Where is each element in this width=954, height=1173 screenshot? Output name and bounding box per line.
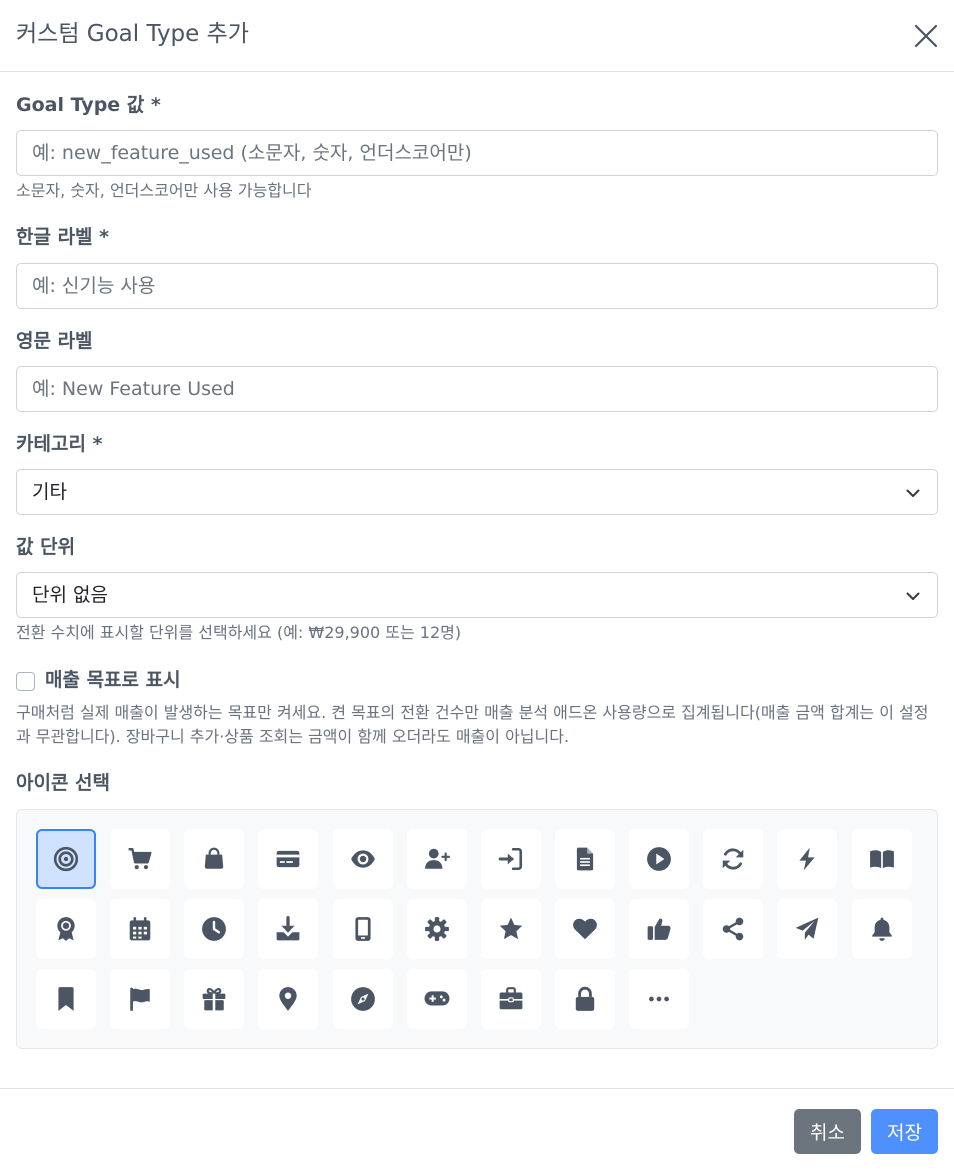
download-icon [276, 916, 300, 941]
icon-option-star[interactable] [481, 899, 541, 959]
gift-icon [202, 988, 226, 1011]
icon-grid [16, 809, 938, 1049]
icon-option-map-pin[interactable] [258, 969, 318, 1029]
label-en-input[interactable] [16, 366, 938, 412]
target-icon [53, 846, 79, 872]
icon-option-download[interactable] [258, 899, 318, 959]
icon-option-refresh[interactable] [703, 829, 763, 889]
lock-icon [575, 986, 595, 1011]
icon-option-compass[interactable] [333, 969, 393, 1029]
icon-option-share[interactable] [703, 899, 763, 959]
icon-option-paper-plane[interactable] [777, 899, 837, 959]
icon-option-play[interactable] [629, 829, 689, 889]
sign-in-icon [498, 847, 523, 871]
clock-icon [202, 917, 226, 941]
icon-option-sign-in[interactable] [481, 829, 541, 889]
value-unit-label: 값 단위 [16, 536, 76, 558]
icon-option-gift[interactable] [184, 969, 244, 1029]
bookmark-icon [58, 987, 74, 1011]
flag-icon [130, 987, 150, 1011]
icon-option-bolt[interactable] [777, 829, 837, 889]
briefcase-icon [499, 987, 523, 1010]
category-label: 카테고리 * [16, 433, 103, 455]
mobile-icon [355, 917, 371, 941]
eye-icon [351, 850, 375, 868]
user-plus-icon [425, 848, 450, 869]
icon-option-clock[interactable] [184, 899, 244, 959]
icon-option-file[interactable] [555, 829, 615, 889]
calendar-icon [129, 917, 151, 941]
award-icon [57, 917, 75, 941]
icon-option-award[interactable] [36, 899, 96, 959]
chevron-down-icon [905, 588, 921, 604]
gear-icon [425, 917, 449, 941]
bolt-icon [799, 847, 815, 871]
share-icon [722, 917, 744, 941]
icon-option-calendar[interactable] [110, 899, 170, 959]
more-icon [649, 996, 669, 1002]
value-unit-select[interactable]: 단위 없음 [16, 572, 938, 618]
revenue-goal-label[interactable]: 매출 목표로 표시 [45, 667, 181, 693]
icon-select-label: 아이콘 선택 [16, 772, 111, 794]
map-pin-icon [279, 987, 297, 1011]
icon-option-bell[interactable] [852, 899, 912, 959]
star-icon [499, 917, 523, 940]
modal-footer: 취소 저장 [0, 1088, 954, 1173]
label-ko-label: 한글 라벨 * [16, 226, 110, 248]
chevron-down-icon [905, 485, 921, 501]
icon-option-briefcase[interactable] [481, 969, 541, 1029]
paper-plane-icon [795, 917, 819, 940]
book-icon [870, 850, 894, 869]
icon-option-target[interactable] [36, 829, 96, 889]
icon-option-flag[interactable] [110, 969, 170, 1029]
goal-type-help: 소문자, 숫자, 언더스코어만 사용 가능합니다 [16, 181, 312, 200]
icon-option-cart[interactable] [110, 829, 170, 889]
icon-option-heart[interactable] [555, 899, 615, 959]
label-ko-input[interactable] [16, 263, 938, 309]
heart-icon [573, 918, 597, 940]
bell-icon [872, 917, 892, 941]
icon-option-gamepad[interactable] [407, 969, 467, 1029]
save-button[interactable]: 저장 [871, 1109, 938, 1154]
icon-option-lock[interactable] [555, 969, 615, 1029]
icon-option-book[interactable] [852, 829, 912, 889]
cancel-button[interactable]: 취소 [794, 1109, 861, 1154]
modal-header: 커스텀 Goal Type 추가 [0, 0, 954, 72]
refresh-icon [722, 848, 744, 870]
cart-icon [128, 848, 152, 870]
close-icon [914, 24, 938, 48]
goal-type-input[interactable] [16, 130, 938, 176]
icon-option-thumbs-up[interactable] [629, 899, 689, 959]
close-button[interactable] [912, 22, 940, 50]
shopping-bag-icon [204, 847, 224, 869]
thumbs-up-icon [647, 918, 671, 940]
icon-option-more[interactable] [629, 969, 689, 1029]
icon-option-credit-card[interactable] [258, 829, 318, 889]
modal-title: 커스텀 Goal Type 추가 [16, 21, 249, 47]
revenue-goal-checkbox[interactable] [16, 672, 35, 691]
credit-card-icon [276, 850, 300, 868]
icon-option-shopping-bag[interactable] [184, 829, 244, 889]
icon-option-gear[interactable] [407, 899, 467, 959]
icon-option-eye[interactable] [333, 829, 393, 889]
play-icon [647, 847, 671, 871]
compass-icon [351, 987, 375, 1011]
value-unit-help: 전환 수치에 표시할 단위를 선택하세요 (예: ₩29,900 또는 12명) [16, 623, 462, 642]
goal-type-label: Goal Type 값 * [16, 94, 161, 116]
value-unit-selected-value: 단위 없음 [32, 584, 108, 606]
icon-option-mobile[interactable] [333, 899, 393, 959]
label-en-label: 영문 라벨 [16, 330, 93, 352]
icon-option-bookmark[interactable] [36, 969, 96, 1029]
icon-option-user-plus[interactable] [407, 829, 467, 889]
category-select[interactable]: 기타 [16, 469, 938, 515]
file-icon [576, 847, 594, 871]
gamepad-icon [424, 991, 450, 1006]
revenue-goal-help: 구매처럼 실제 매출이 발생하는 목표만 켜세요. 켠 목표의 전환 건수만 매… [16, 703, 929, 746]
category-selected-value: 기타 [32, 481, 67, 503]
